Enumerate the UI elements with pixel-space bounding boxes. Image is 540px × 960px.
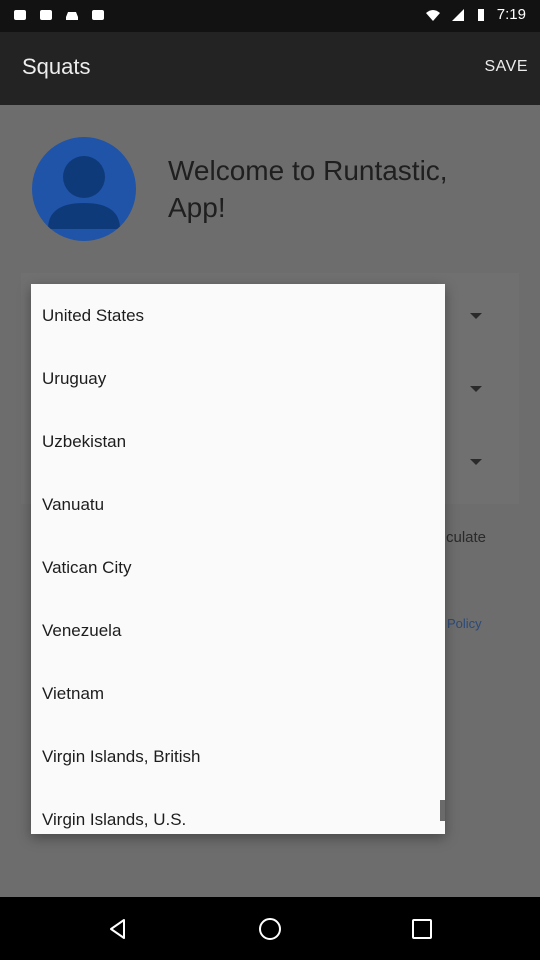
country-dropdown[interactable]: United States Uruguay Uzbekistan Vanuatu… (31, 284, 445, 834)
status-bar: 7:19 (0, 0, 540, 32)
signal-icon (451, 8, 464, 21)
chevron-down-icon[interactable] (470, 459, 482, 465)
notification-icon (14, 10, 26, 20)
notification-icon (92, 10, 104, 20)
chevron-down-icon[interactable] (470, 386, 482, 392)
wifi-icon (425, 9, 440, 21)
car-icon (66, 12, 78, 20)
dropdown-option[interactable]: Uruguay (31, 347, 445, 410)
scrollbar-thumb[interactable] (440, 800, 445, 821)
notification-icon (40, 10, 52, 20)
dropdown-option[interactable]: Virgin Islands, British (31, 725, 445, 788)
dropdown-option-label: Virgin Islands, U.S. (42, 810, 187, 829)
dropdown-option-label: Uzbekistan (42, 432, 127, 451)
dropdown-option[interactable]: Venezuela (31, 599, 445, 662)
home-icon[interactable] (258, 917, 282, 941)
dropdown-option-label: Virgin Islands, British (42, 747, 201, 766)
privacy-policy-link[interactable]: Policy (447, 616, 482, 631)
save-button[interactable]: SAVE (485, 58, 529, 76)
page-title: Squats (22, 54, 91, 79)
app-bar: Squats SAVE (0, 32, 540, 105)
avatar[interactable] (32, 137, 136, 241)
dropdown-option-label: Vanuatu (42, 495, 105, 514)
dropdown-option-label: Vietnam (42, 684, 105, 703)
dropdown-option[interactable]: United States (31, 284, 445, 347)
chevron-down-icon[interactable] (470, 313, 482, 319)
dropdown-option[interactable]: Vanuatu (31, 473, 445, 536)
dropdown-option-label: United States (42, 306, 145, 325)
status-time: 7:19 (496, 6, 526, 23)
welcome-text: Welcome to Runtastic, App! (168, 155, 448, 223)
background-text-fragment: culate (446, 529, 487, 546)
dropdown-option-label: Uruguay (42, 369, 107, 388)
navigation-bar (0, 897, 540, 960)
dropdown-option[interactable]: Vietnam (31, 662, 445, 725)
dropdown-option[interactable]: Virgin Islands, U.S. (31, 788, 445, 834)
dropdown-option-label: Vatican City (42, 558, 132, 577)
dropdown-option[interactable]: Vatican City (31, 536, 445, 599)
person-icon (48, 156, 120, 229)
battery-icon (477, 8, 484, 21)
dropdown-option[interactable]: Uzbekistan (31, 410, 445, 473)
dropdown-option-label: Venezuela (42, 621, 122, 640)
recents-icon[interactable] (411, 918, 433, 940)
back-icon[interactable] (106, 917, 130, 941)
